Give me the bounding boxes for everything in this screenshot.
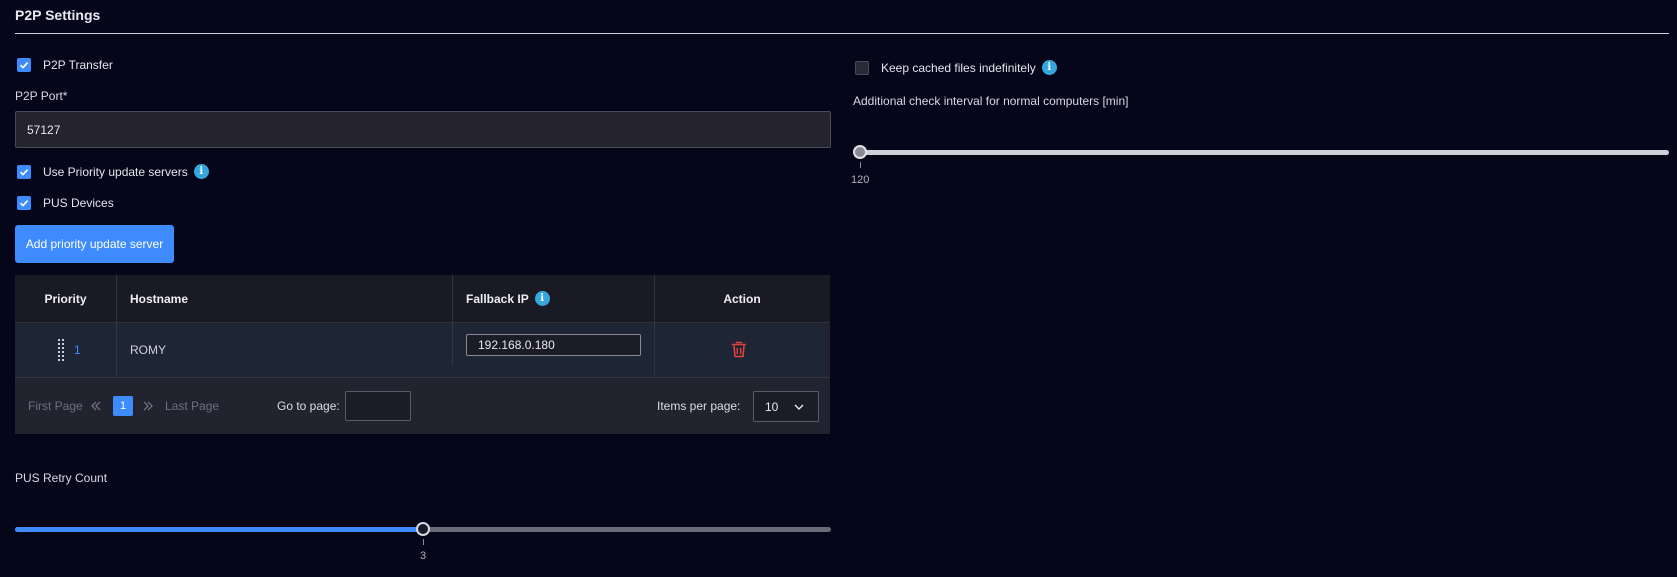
header-priority[interactable]: Priority [15,275,116,322]
trash-icon[interactable] [731,341,747,358]
double-chevron-left-icon[interactable] [90,378,102,434]
interval-slider-thumb[interactable] [853,145,867,159]
header-fallback-ip[interactable]: Fallback IP i [466,275,550,322]
goto-label: Go to page: [277,399,340,413]
retry-slider-fill [15,527,423,532]
keep-cached-checkbox[interactable] [855,60,869,75]
p2p-port-input[interactable]: 57127 [15,111,831,148]
add-priority-server-button[interactable]: Add priority update server [15,225,174,263]
use-priority-label: Use Priority update servers [43,164,188,179]
row-hostname: ROMY [130,343,166,357]
first-page-link[interactable]: First Page [28,378,83,434]
drag-handle-icon[interactable] [58,338,66,362]
last-page-link[interactable]: Last Page [165,378,219,434]
header-fallback-ip-label: Fallback IP [466,291,529,306]
keep-cached-row[interactable]: Keep cached files indefinitely i [855,60,1057,75]
column-divider [654,323,655,377]
items-per-page-select[interactable]: 10 [753,391,819,422]
interval-slider-value: 120 [851,174,870,186]
priority-servers-table: Priority Hostname Fallback IP i Action 1 [15,275,830,434]
retry-slider-thumb[interactable] [416,522,430,536]
info-icon[interactable]: i [193,164,209,179]
table-header: Priority Hostname Fallback IP i Action [15,275,830,323]
pagination-bar: First Page 1 Last Page Go to page: Items… [15,378,830,434]
items-per-page-label: Items per page: [657,399,741,413]
check-icon [19,200,29,207]
section-divider [15,33,1669,34]
interval-slider-track[interactable] [853,150,1669,155]
interval-slider-tick [860,162,861,168]
column-divider [654,275,655,322]
p2p-transfer-checkbox[interactable] [17,58,31,72]
use-priority-row[interactable]: Use Priority update servers i [17,164,209,179]
goto-page-input[interactable] [345,391,411,421]
column-divider [116,323,117,377]
p2p-port-value: 57127 [27,122,61,137]
retry-slider-value: 3 [420,550,427,562]
chevron-down-icon [794,404,804,410]
info-icon[interactable]: i [534,291,550,306]
keep-cached-label: Keep cached files indefinitely [881,60,1036,75]
table-row: 1 ROMY 192.168.0.180 [15,323,823,377]
items-per-page-value: 10 [765,399,779,414]
p2p-transfer-row[interactable]: P2P Transfer [17,58,113,72]
column-divider [452,323,453,365]
pus-devices-label: PUS Devices [43,196,114,210]
info-icon[interactable]: i [1041,60,1057,75]
page-1-button[interactable]: 1 [113,396,133,416]
check-icon [19,62,29,69]
use-priority-checkbox[interactable] [17,164,31,179]
section-title: P2P Settings [15,7,101,23]
column-divider [452,275,453,322]
pus-devices-row[interactable]: PUS Devices [17,196,114,210]
header-hostname[interactable]: Hostname [130,275,188,322]
pus-devices-checkbox[interactable] [17,196,31,210]
double-chevron-right-icon[interactable] [142,378,154,434]
retry-slider-tick [423,539,424,545]
header-action: Action [723,291,761,306]
interval-label: Additional check interval for normal com… [853,94,1129,108]
p2p-transfer-label: P2P Transfer [43,58,113,72]
retry-count-label: PUS Retry Count [15,471,108,485]
column-divider [116,275,117,322]
row-priority[interactable]: 1 [74,323,81,377]
check-icon [19,168,29,176]
fallback-ip-input[interactable]: 192.168.0.180 [466,334,641,356]
p2p-port-label: P2P Port* [15,89,68,103]
